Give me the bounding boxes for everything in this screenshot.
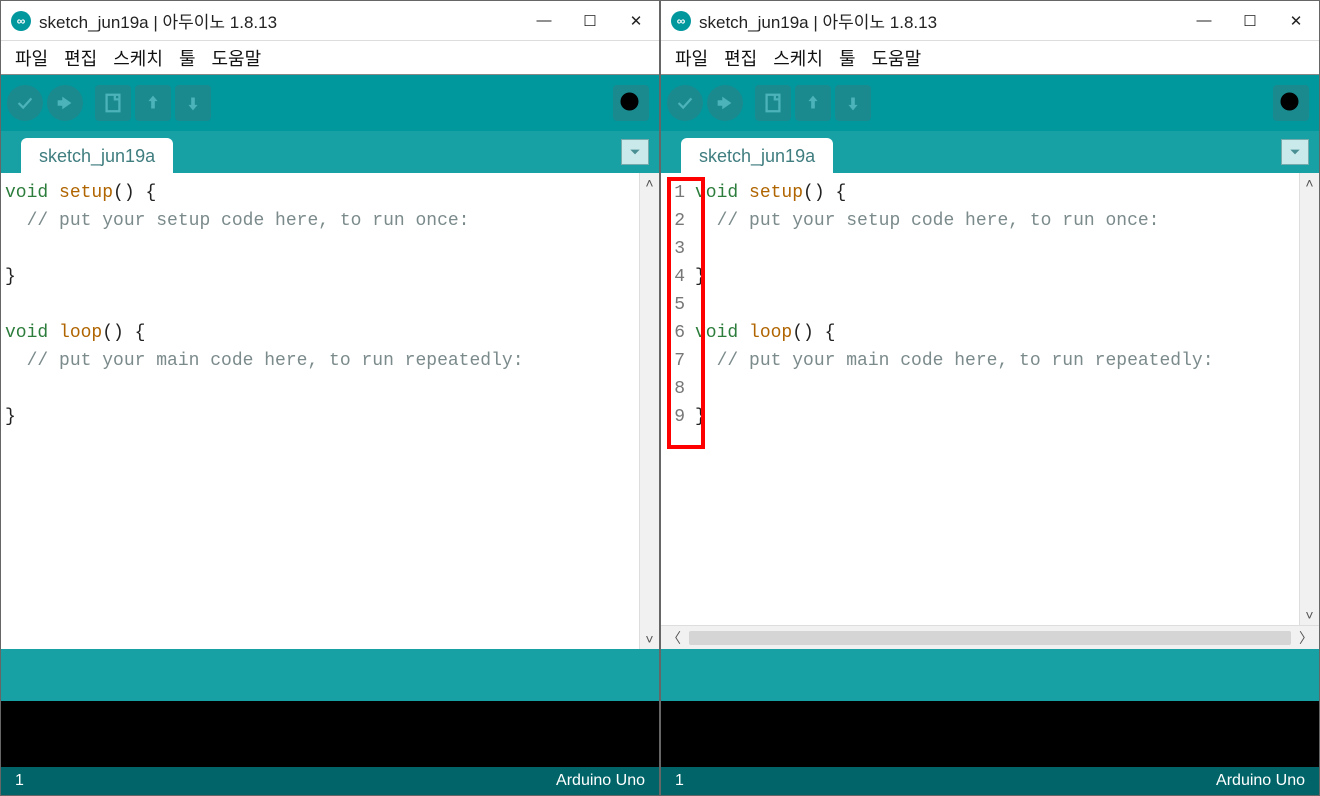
arduino-app-icon: ∞ [11,11,31,31]
vertical-scrollbar[interactable]: ˄ ˅ [639,173,659,649]
verify-button[interactable] [667,85,703,121]
title-bar[interactable]: ∞ sketch_jun19a | 아두이노 1.8.13 — ☐ ✕ [661,1,1319,41]
toolbar [661,75,1319,131]
title-bar[interactable]: ∞ sketch_jun19a | 아두이노 1.8.13 — ☐ ✕ [1,1,659,41]
maximize-button[interactable]: ☐ [1227,5,1273,37]
scroll-down-icon[interactable]: ˅ [1305,605,1313,625]
tab-strip: sketch_jun19a [661,131,1319,173]
scroll-up-icon[interactable]: ˄ [1305,173,1313,193]
serial-monitor-button[interactable] [613,85,649,121]
menu-edit[interactable]: 편집 [718,45,763,71]
vertical-scrollbar[interactable]: ˄ ˅ [1299,173,1319,625]
save-button[interactable] [175,85,211,121]
verify-button[interactable] [7,85,43,121]
console-output[interactable] [1,701,659,767]
arduino-window-left: ∞ sketch_jun19a | 아두이노 1.8.13 — ☐ ✕ 파일 편… [0,0,660,796]
editor-tab[interactable]: sketch_jun19a [681,138,833,173]
status-board: Arduino Uno [1216,772,1305,790]
minimize-button[interactable]: — [521,5,567,37]
scroll-track[interactable] [689,631,1291,645]
close-button[interactable]: ✕ [613,5,659,37]
scroll-down-icon[interactable]: ˅ [645,629,653,649]
window-title: sketch_jun19a | 아두이노 1.8.13 [699,8,1181,33]
window-title: sketch_jun19a | 아두이노 1.8.13 [39,8,521,33]
scroll-right-icon[interactable]: 〉 [1293,628,1319,648]
horizontal-scrollbar[interactable]: 〈 〉 [661,625,1319,649]
menu-sketch[interactable]: 스케치 [107,45,169,71]
menu-bar: 파일 편집 스케치 툴 도움말 [1,41,659,75]
upload-button[interactable] [47,85,83,121]
menu-help[interactable]: 도움말 [206,45,268,71]
code-editor[interactable]: void setup() { // put your setup code he… [1,173,639,649]
tab-strip: sketch_jun19a [1,131,659,173]
tab-dropdown-button[interactable] [1281,139,1309,165]
status-line-number: 1 [15,772,24,790]
message-area [1,649,659,701]
message-area [661,649,1319,701]
status-bar: 1 Arduino Uno [661,767,1319,795]
editor-tab[interactable]: sketch_jun19a [21,138,173,173]
line-number-gutter: 123456789 [661,173,691,625]
upload-button[interactable] [707,85,743,121]
editor-area: void setup() { // put your setup code he… [1,173,659,649]
editor-area: 123456789 void setup() { // put your set… [661,173,1319,649]
menu-sketch[interactable]: 스케치 [767,45,829,71]
status-bar: 1 Arduino Uno [1,767,659,795]
save-button[interactable] [835,85,871,121]
scroll-up-icon[interactable]: ˄ [645,173,653,193]
toolbar [1,75,659,131]
menu-help[interactable]: 도움말 [866,45,928,71]
menu-bar: 파일 편집 스케치 툴 도움말 [661,41,1319,75]
new-button[interactable] [95,85,131,121]
scroll-left-icon[interactable]: 〈 [661,628,687,648]
tab-dropdown-button[interactable] [621,139,649,165]
menu-edit[interactable]: 편집 [58,45,103,71]
close-button[interactable]: ✕ [1273,5,1319,37]
menu-tools[interactable]: 툴 [173,45,202,71]
open-button[interactable] [135,85,171,121]
status-line-number: 1 [675,772,684,790]
code-editor[interactable]: void setup() { // put your setup code he… [691,173,1299,625]
new-button[interactable] [755,85,791,121]
menu-tools[interactable]: 툴 [833,45,862,71]
open-button[interactable] [795,85,831,121]
minimize-button[interactable]: — [1181,5,1227,37]
arduino-app-icon: ∞ [671,11,691,31]
status-board: Arduino Uno [556,772,645,790]
maximize-button[interactable]: ☐ [567,5,613,37]
menu-file[interactable]: 파일 [669,45,714,71]
console-output[interactable] [661,701,1319,767]
serial-monitor-button[interactable] [1273,85,1309,121]
arduino-window-right: ∞ sketch_jun19a | 아두이노 1.8.13 — ☐ ✕ 파일 편… [660,0,1320,796]
menu-file[interactable]: 파일 [9,45,54,71]
